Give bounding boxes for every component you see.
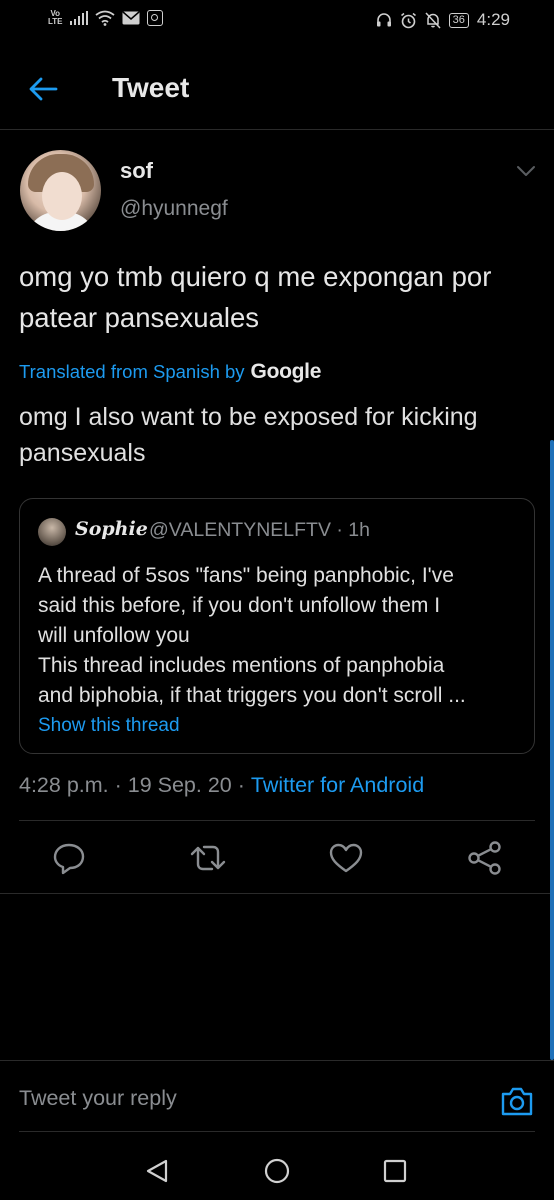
quoted-line: This thread includes mentions of panphob… xyxy=(38,654,445,677)
quoted-author-avatar xyxy=(38,518,66,546)
instagram-icon xyxy=(146,10,163,26)
camera-icon[interactable] xyxy=(500,1084,534,1118)
mute-icon xyxy=(425,11,441,29)
translated-label: Translated from Spanish by xyxy=(19,361,245,382)
status-bar: Vo LTE 36 4:29 xyxy=(0,0,554,44)
back-arrow-icon[interactable] xyxy=(26,72,60,106)
meta-divider xyxy=(19,820,535,821)
header: Tweet xyxy=(0,58,554,128)
tweet-translation: omg I also want to be exposed for kickin… xyxy=(19,403,478,467)
status-time: 4:29 xyxy=(476,10,510,29)
nav-home-icon[interactable] xyxy=(262,1156,292,1186)
author-handle[interactable]: @hyunnegf xyxy=(120,197,228,221)
share-icon[interactable] xyxy=(465,838,505,878)
quoted-tweet-card[interactable]: Sophie @VALENTYNELFTV · 1h A thread of 5… xyxy=(19,498,535,754)
quoted-line: said this before, if you don't unfollow … xyxy=(38,594,441,617)
headphones-icon xyxy=(376,13,391,27)
chevron-down-icon[interactable] xyxy=(516,164,536,178)
mail-icon xyxy=(122,11,140,25)
quoted-line: and biphobia, if that triggers you don't… xyxy=(38,684,466,707)
system-nav-bar xyxy=(0,1140,554,1200)
nav-recents-icon[interactable] xyxy=(380,1156,410,1186)
tweet-meta: 4:28 p.m. · 19 Sep. 20 · Twitter for And… xyxy=(19,773,424,798)
status-right: 36 4:29 xyxy=(376,10,510,30)
reply-icon[interactable] xyxy=(49,838,89,878)
page-title: Tweet xyxy=(112,72,190,103)
author-avatar[interactable] xyxy=(20,150,101,231)
tweet-action-bar xyxy=(0,838,554,878)
status-left: Vo LTE xyxy=(48,10,163,26)
volte-indicator: Vo LTE xyxy=(48,10,63,26)
author-display-name[interactable]: sof xyxy=(120,158,153,184)
tweet-client-link[interactable]: Twitter for Android xyxy=(251,773,424,798)
wifi-icon xyxy=(94,10,115,26)
quoted-tweet-text: A thread of 5sos "fans" being panphobic,… xyxy=(38,561,523,711)
retweet-icon[interactable] xyxy=(188,838,228,878)
quoted-line: A thread of 5sos "fans" being panphobic,… xyxy=(38,564,454,587)
reply-input-underline xyxy=(19,1131,535,1132)
nav-back-icon[interactable] xyxy=(142,1156,172,1186)
tweet-timestamp: 4:28 p.m. · 19 Sep. 20 · xyxy=(19,773,245,797)
quoted-author-handle: @VALENTYNELFTV · 1h xyxy=(149,519,370,541)
volte-bottom: LTE xyxy=(48,17,63,26)
actions-divider xyxy=(0,893,554,894)
reply-input[interactable]: Tweet your reply xyxy=(19,1086,177,1111)
google-logo: Google xyxy=(250,360,322,383)
tweet-text: omg yo tmb quiero q me expongan por pate… xyxy=(19,261,492,333)
reply-bar-divider xyxy=(0,1060,554,1061)
alarm-icon xyxy=(400,12,416,28)
signal-icon xyxy=(69,11,88,25)
quoted-author-name: Sophie xyxy=(75,518,148,540)
battery-icon: 36 xyxy=(448,12,469,28)
translated-by-link[interactable]: Translated from Spanish by Google xyxy=(19,360,321,384)
header-divider xyxy=(0,129,554,130)
show-thread-link[interactable]: Show this thread xyxy=(38,715,180,737)
scrollbar[interactable] xyxy=(550,440,554,1060)
like-heart-icon[interactable] xyxy=(326,838,366,878)
quoted-line: will unfollow you xyxy=(38,624,190,647)
